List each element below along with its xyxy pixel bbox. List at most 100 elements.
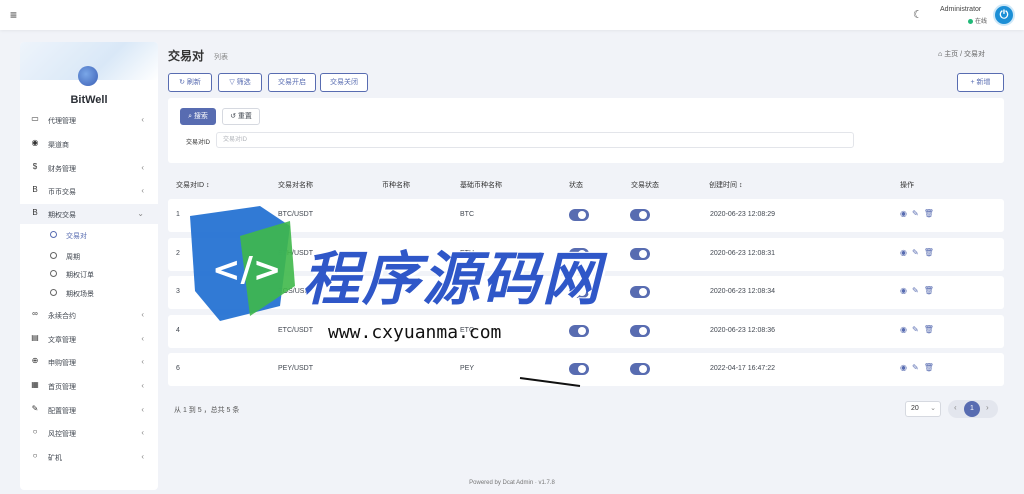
edit-icon[interactable]: ✎ bbox=[912, 248, 919, 257]
eye-icon[interactable]: ◉ bbox=[900, 363, 907, 372]
cell-id: 1 bbox=[176, 211, 180, 218]
filter-field-label: 交易对ID bbox=[186, 140, 211, 146]
avatar[interactable]: ⏻ bbox=[993, 4, 1015, 26]
sidebar-item[interactable]: B 币币交易 ‹ bbox=[20, 181, 158, 201]
sidebar-subitem[interactable]: 期权订单 bbox=[20, 265, 158, 283]
circle-icon bbox=[50, 231, 57, 238]
sidebar-item[interactable]: ○ 风控管理 ‹ bbox=[20, 423, 158, 443]
hamburger-icon[interactable]: ≡ bbox=[10, 8, 17, 22]
home-icon[interactable]: ⌂ bbox=[938, 51, 942, 58]
sidebar-item[interactable]: ✎ 配置管理 ‹ bbox=[20, 400, 158, 420]
table-row: 1 BTC/USDT BTC 2020-06-23 12:08:29 ◉ ✎ 🗑 bbox=[168, 199, 1004, 232]
trade-status-toggle[interactable] bbox=[630, 325, 650, 337]
sidebar-item[interactable]: ○ 矿机 ‹ bbox=[20, 447, 158, 467]
sidebar-item-label: 币币交易 bbox=[48, 189, 76, 196]
sidebar-item-label: 渠道商 bbox=[48, 142, 69, 149]
sidebar-item-label: 永续合约 bbox=[48, 313, 76, 320]
page-subtitle: 列表 bbox=[214, 54, 228, 61]
cell-base-coin: PEY bbox=[460, 365, 475, 372]
circle-icon: ○ bbox=[32, 427, 38, 436]
search-button[interactable]: ⌕ 搜索 bbox=[180, 108, 216, 125]
column-header[interactable]: 创建时间 ↕ bbox=[709, 180, 742, 190]
power-icon: ⏻ bbox=[999, 9, 1009, 21]
reset-button[interactable]: ↺ 重置 bbox=[222, 108, 260, 125]
sidebar-subitem[interactable]: 周期 bbox=[20, 247, 158, 265]
page-title: 交易对 bbox=[168, 49, 205, 63]
edit-icon[interactable]: ✎ bbox=[912, 325, 919, 334]
prev-page-icon[interactable]: ‹ bbox=[954, 403, 957, 412]
user-status: 在线 bbox=[968, 16, 987, 25]
trash-icon[interactable]: 🗑 bbox=[924, 325, 934, 334]
page-number-current[interactable]: 1 bbox=[964, 401, 980, 417]
chevron-icon: ‹ bbox=[141, 405, 144, 414]
column-header: 交易状态 bbox=[631, 182, 659, 189]
sidebar-item[interactable]: ⊕ 申购管理 ‹ bbox=[20, 352, 158, 372]
sidebar-item[interactable]: B 期权交易 ⌄ bbox=[20, 204, 158, 224]
edit-icon[interactable]: ✎ bbox=[912, 286, 919, 295]
brand-logo[interactable] bbox=[78, 66, 98, 86]
status-toggle[interactable] bbox=[569, 363, 589, 375]
filter-button[interactable]: ▽ 筛选 bbox=[218, 73, 262, 92]
sidebar-subitem[interactable]: 期权场景 bbox=[20, 284, 158, 302]
refresh-button[interactable]: ↻ 刷新 bbox=[168, 73, 212, 92]
per-page-select[interactable]: 20 ⌄ bbox=[905, 401, 941, 417]
sidebar-item-label: 矿机 bbox=[48, 455, 62, 462]
status-toggle[interactable] bbox=[569, 325, 589, 337]
cell-created-at: 2022-04-17 16:47:22 bbox=[710, 365, 775, 372]
chevron-icon: ‹ bbox=[141, 334, 144, 343]
breadcrumb-home[interactable]: 主页 bbox=[944, 51, 958, 58]
sidebar-subitem-label: 交易对 bbox=[66, 233, 87, 240]
circle-icon bbox=[50, 270, 57, 277]
chevron-icon: ‹ bbox=[141, 381, 144, 390]
trade-status-toggle[interactable] bbox=[630, 286, 650, 298]
trade-status-toggle[interactable] bbox=[630, 363, 650, 375]
pair-id-input[interactable]: 交易对ID bbox=[216, 132, 854, 148]
trash-icon[interactable]: 🗑 bbox=[924, 286, 934, 295]
trade-status-toggle[interactable] bbox=[630, 248, 650, 260]
sidebar: BitWell ▭ 代理管理 ‹ ◉ 渠道商 $ 财务管理 ‹ B 币币交易 ‹ B 期权交易 ⌄ ∞ 永续合… bbox=[20, 42, 158, 490]
column-header[interactable]: 交易对ID ↕ bbox=[176, 180, 209, 190]
brand-name[interactable]: BitWell bbox=[20, 94, 158, 106]
chevron-icon: ‹ bbox=[141, 310, 144, 319]
eye-icon[interactable]: ◉ bbox=[900, 248, 907, 257]
sidebar-item-label: 财务管理 bbox=[48, 166, 76, 173]
id-card-icon: ▭ bbox=[31, 114, 39, 123]
watermark-brand: 程序源码网 bbox=[302, 247, 603, 312]
sidebar-item-label: 文章管理 bbox=[48, 337, 76, 344]
sidebar-item[interactable]: ∞ 永续合约 ‹ bbox=[20, 305, 158, 325]
edit-icon[interactable]: ✎ bbox=[912, 363, 919, 372]
cell-pair-name: ETC/USDT bbox=[278, 327, 313, 334]
trash-icon[interactable]: 🗑 bbox=[924, 363, 934, 372]
eye-icon[interactable]: ◉ bbox=[900, 286, 907, 295]
row-actions: ◉ ✎ 🗑 bbox=[900, 363, 939, 372]
user-circle-icon: ◉ bbox=[31, 138, 39, 147]
sidebar-item[interactable]: $ 财务管理 ‹ bbox=[20, 158, 158, 178]
circle-icon: ○ bbox=[32, 451, 38, 460]
sidebar-item[interactable]: ▤ 文章管理 ‹ bbox=[20, 329, 158, 349]
sidebar-item[interactable]: ◉ 渠道商 bbox=[20, 134, 158, 154]
sidebar-item[interactable]: ▦ 首页管理 ‹ bbox=[20, 376, 158, 396]
close-trade-button[interactable]: 交易关闭 bbox=[320, 73, 368, 92]
next-page-icon[interactable]: › bbox=[986, 403, 989, 412]
sidebar-subitem-label: 期权场景 bbox=[66, 291, 94, 298]
trade-status-toggle[interactable] bbox=[630, 209, 650, 221]
moon-icon[interactable]: ☾ bbox=[913, 8, 923, 21]
add-button[interactable]: + 新增 bbox=[957, 73, 1004, 92]
table-icon: ▦ bbox=[31, 380, 39, 389]
breadcrumb: ⌂ 主页 / 交易对 bbox=[938, 49, 985, 59]
sidebar-item-label: 申购管理 bbox=[48, 360, 76, 367]
open-trade-button[interactable]: 交易开启 bbox=[268, 73, 316, 92]
trash-icon[interactable]: 🗑 bbox=[924, 248, 934, 257]
user-name[interactable]: Administrator bbox=[940, 6, 981, 13]
dollar-icon: $ bbox=[32, 162, 38, 171]
status-toggle[interactable] bbox=[569, 209, 589, 221]
sidebar-subitem[interactable]: 交易对 bbox=[20, 226, 158, 244]
breadcrumb-separator: / bbox=[960, 51, 963, 58]
sidebar-item[interactable]: ▭ 代理管理 ‹ bbox=[20, 110, 158, 130]
eye-icon[interactable]: ◉ bbox=[900, 325, 907, 334]
chevron-icon: ‹ bbox=[141, 357, 144, 366]
edit-icon[interactable]: ✎ bbox=[912, 209, 919, 218]
eye-icon[interactable]: ◉ bbox=[900, 209, 907, 218]
sidebar-subitem-label: 周期 bbox=[66, 254, 80, 261]
trash-icon[interactable]: 🗑 bbox=[924, 209, 934, 218]
